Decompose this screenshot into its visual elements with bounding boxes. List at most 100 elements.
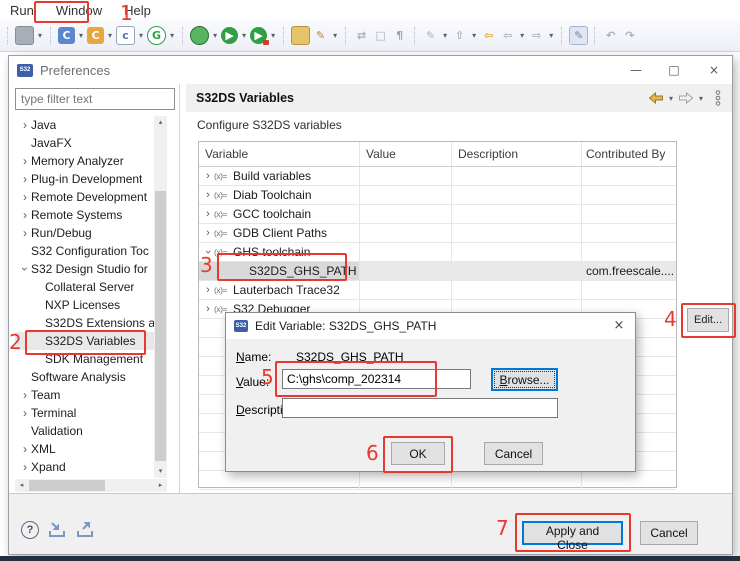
col-contributed-by[interactable]: Contributed By bbox=[582, 142, 676, 166]
tree-item-validation[interactable]: Validation bbox=[15, 422, 154, 440]
dropdown-arrow-icon[interactable]: ▾ bbox=[470, 31, 478, 40]
tree-item-terminal[interactable]: ›Terminal bbox=[15, 404, 154, 422]
dropdown-arrow-icon[interactable]: ▾ bbox=[137, 31, 145, 40]
tree-item-sdk-management[interactable]: SDK Management bbox=[15, 350, 154, 368]
tree-expand-icon[interactable]: › bbox=[19, 118, 31, 132]
dropdown-arrow-icon[interactable]: ▾ bbox=[106, 31, 114, 40]
table-row-ghs-toolchain[interactable]: ›(x)=GHS toolchain bbox=[199, 243, 676, 262]
browse-button[interactable]: Browse... bbox=[491, 368, 558, 391]
menu-run[interactable]: Run bbox=[10, 3, 34, 18]
edit-dialog-close-icon[interactable]: × bbox=[609, 316, 629, 336]
tree-expand-icon[interactable]: › bbox=[19, 190, 31, 204]
col-variable[interactable]: Variable bbox=[199, 142, 360, 166]
tree-collapse-icon[interactable]: › bbox=[18, 263, 32, 275]
build-icon[interactable]: G bbox=[147, 26, 166, 45]
edit-button[interactable]: Edit... bbox=[687, 308, 729, 332]
external-tools-icon[interactable]: ▶ bbox=[250, 27, 267, 44]
scroll-thumb[interactable] bbox=[155, 191, 166, 461]
debug-icon[interactable] bbox=[190, 26, 209, 45]
forward-arrow-icon[interactable] bbox=[678, 92, 694, 104]
row-expand-icon[interactable]: › bbox=[202, 303, 214, 315]
table-row-s32ds-ghs-path[interactable]: S32DS_GHS_PATHcom.freescale.... bbox=[199, 262, 676, 281]
description-input[interactable] bbox=[282, 398, 558, 418]
new-wizard-icon[interactable]: ✎ bbox=[569, 26, 588, 45]
dropdown-arrow-icon[interactable]: ▾ bbox=[77, 31, 85, 40]
dropdown-arrow-icon[interactable]: ▾ bbox=[547, 31, 555, 40]
maximize-button[interactable]: □ bbox=[664, 60, 684, 80]
minimize-button[interactable]: — bbox=[626, 60, 646, 80]
dropdown-arrow-icon[interactable]: ▾ bbox=[240, 31, 248, 40]
dropdown-arrow-icon[interactable]: ▾ bbox=[36, 31, 44, 40]
tree-item-plug-in-development[interactable]: ›Plug-in Development bbox=[15, 170, 154, 188]
row-expand-icon[interactable]: › bbox=[202, 227, 214, 239]
tree-item-xml[interactable]: ›XML bbox=[15, 440, 154, 458]
table-row-gcc-toolchain[interactable]: ›(x)=GCC toolchain bbox=[199, 205, 676, 224]
tree-horizontal-scrollbar[interactable]: ◂ ▸ bbox=[15, 479, 167, 492]
menu-help[interactable]: Help bbox=[124, 3, 151, 18]
tree-expand-icon[interactable]: › bbox=[19, 460, 31, 474]
dropdown-arrow-icon[interactable]: ▾ bbox=[168, 31, 176, 40]
tree-expand-icon[interactable]: › bbox=[19, 208, 31, 222]
tree-expand-icon[interactable]: › bbox=[19, 154, 31, 168]
filter-input[interactable] bbox=[15, 88, 175, 110]
tree-item-xpand[interactable]: ›Xpand bbox=[15, 458, 154, 476]
link-editor-icon[interactable]: ⇄ bbox=[353, 27, 370, 44]
tree-item-software-analysis[interactable]: Software Analysis bbox=[15, 368, 154, 386]
row-expand-icon[interactable]: › bbox=[202, 189, 214, 201]
undo-icon[interactable]: ↶ bbox=[602, 27, 619, 44]
scroll-right-icon[interactable]: ▸ bbox=[154, 479, 167, 492]
tree-vertical-scrollbar[interactable]: ▴ ▾ bbox=[154, 116, 167, 478]
tree-item-java[interactable]: ›Java bbox=[15, 116, 154, 134]
forward-dropdown-icon[interactable]: ▾ bbox=[697, 94, 705, 103]
col-description[interactable]: Description bbox=[452, 142, 582, 166]
ok-button[interactable]: OK bbox=[391, 442, 445, 465]
table-row-gdb-client-paths[interactable]: ›(x)=GDB Client Paths bbox=[199, 224, 676, 243]
highlight-pen-icon[interactable]: ✎ bbox=[312, 27, 329, 44]
import-icon[interactable] bbox=[47, 521, 67, 538]
view-menu-icon[interactable] bbox=[714, 90, 722, 106]
redo-icon[interactable]: ↷ bbox=[621, 27, 638, 44]
scroll-thumb[interactable] bbox=[29, 480, 105, 491]
tree-item-s32-design-studio-for[interactable]: ›S32 Design Studio for bbox=[15, 260, 154, 278]
new-c-project-icon[interactable]: C bbox=[58, 27, 75, 44]
open-folder-icon[interactable] bbox=[291, 26, 310, 45]
row-collapse-icon[interactable]: › bbox=[202, 246, 214, 258]
tree-item-javafx[interactable]: JavaFX bbox=[15, 134, 154, 152]
back-dropdown-icon[interactable]: ▾ bbox=[667, 94, 675, 103]
menu-window[interactable]: Window bbox=[56, 3, 102, 18]
goto-annotation-icon[interactable]: ⇧ bbox=[451, 27, 468, 44]
tree-expand-icon[interactable]: › bbox=[19, 388, 31, 402]
table-row-build-variables[interactable]: ›(x)=Build variables bbox=[199, 167, 676, 186]
back-arrow-icon[interactable] bbox=[648, 92, 664, 104]
tree-item-team[interactable]: ›Team bbox=[15, 386, 154, 404]
tree-item-remote-development[interactable]: ›Remote Development bbox=[15, 188, 154, 206]
open-c-project-icon[interactable]: C bbox=[87, 27, 104, 44]
last-edit-location-icon[interactable]: ✎ bbox=[422, 27, 439, 44]
tree-expand-icon[interactable]: › bbox=[19, 442, 31, 456]
dropdown-arrow-icon[interactable]: ▾ bbox=[211, 31, 219, 40]
forward-icon[interactable]: ⇨ bbox=[528, 27, 545, 44]
back-history-gold-icon[interactable]: ⇦ bbox=[480, 27, 497, 44]
value-input[interactable] bbox=[282, 369, 471, 389]
mcu-icon[interactable] bbox=[15, 26, 34, 45]
table-row-diab-toolchain[interactable]: ›(x)=Diab Toolchain bbox=[199, 186, 676, 205]
tree-item-s32ds-extensions-a[interactable]: S32DS Extensions a bbox=[15, 314, 154, 332]
show-selected-element-icon[interactable]: □ bbox=[372, 27, 389, 44]
scroll-left-icon[interactable]: ◂ bbox=[15, 479, 28, 492]
row-expand-icon[interactable]: › bbox=[202, 170, 214, 182]
pilcrow-icon[interactable]: ¶ bbox=[391, 27, 408, 44]
tree-expand-icon[interactable]: › bbox=[19, 406, 31, 420]
close-button[interactable]: × bbox=[704, 60, 724, 80]
new-c-file-icon[interactable]: c bbox=[116, 26, 135, 45]
apply-and-close-button[interactable]: Apply and Close bbox=[522, 521, 623, 545]
preferences-cancel-button[interactable]: Cancel bbox=[640, 521, 698, 545]
table-row-lauterbach-trace32[interactable]: ›(x)=Lauterbach Trace32 bbox=[199, 281, 676, 300]
edit-cancel-button[interactable]: Cancel bbox=[484, 442, 543, 465]
tree-item-memory-analyzer[interactable]: ›Memory Analyzer bbox=[15, 152, 154, 170]
tree-item-collateral-server[interactable]: Collateral Server bbox=[15, 278, 154, 296]
dropdown-arrow-icon[interactable]: ▾ bbox=[518, 31, 526, 40]
row-expand-icon[interactable]: › bbox=[202, 208, 214, 220]
col-value[interactable]: Value bbox=[360, 142, 452, 166]
tree-item-s32ds-variables[interactable]: S32DS Variables bbox=[15, 332, 154, 350]
export-icon[interactable] bbox=[75, 521, 95, 538]
